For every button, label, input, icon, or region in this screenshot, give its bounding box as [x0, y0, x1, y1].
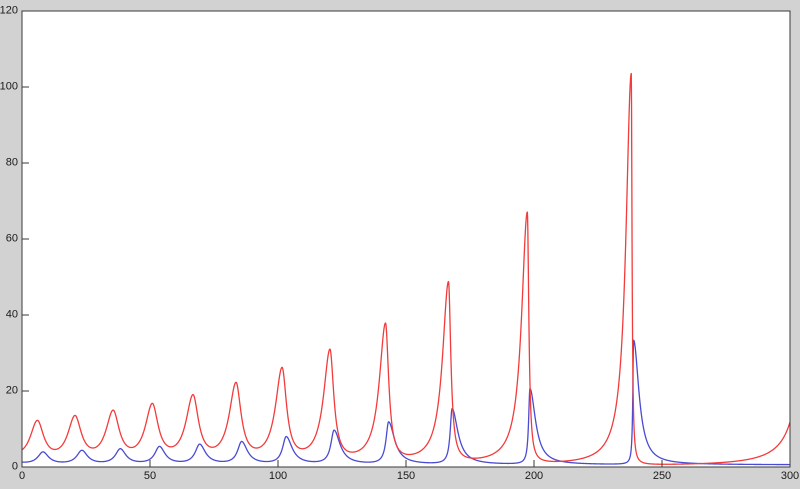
y-tick-label: 0: [11, 460, 18, 473]
y-tick-label: 100: [0, 80, 18, 93]
x-tick-label: 250: [652, 470, 672, 482]
matlab-figure: 0 50 100 150 200 250 300 0 20 40 60 80 100 120: [0, 0, 800, 489]
x-tick-label: 150: [396, 470, 416, 482]
x-tick-label: 300: [780, 470, 800, 482]
x-tick-label: 0: [18, 470, 26, 482]
plot-area: [22, 11, 790, 467]
y-tick-label: 80: [5, 156, 18, 169]
plot-canvas: [21, 10, 791, 468]
x-tick-label: 50: [143, 470, 157, 482]
y-tick-label: 20: [5, 384, 18, 397]
y-tick-label: 40: [5, 308, 18, 321]
x-tick-label: 100: [268, 470, 288, 482]
x-tick-label: 200: [524, 470, 544, 482]
y-tick-label: 120: [0, 4, 18, 17]
y-tick-label: 60: [5, 232, 18, 245]
